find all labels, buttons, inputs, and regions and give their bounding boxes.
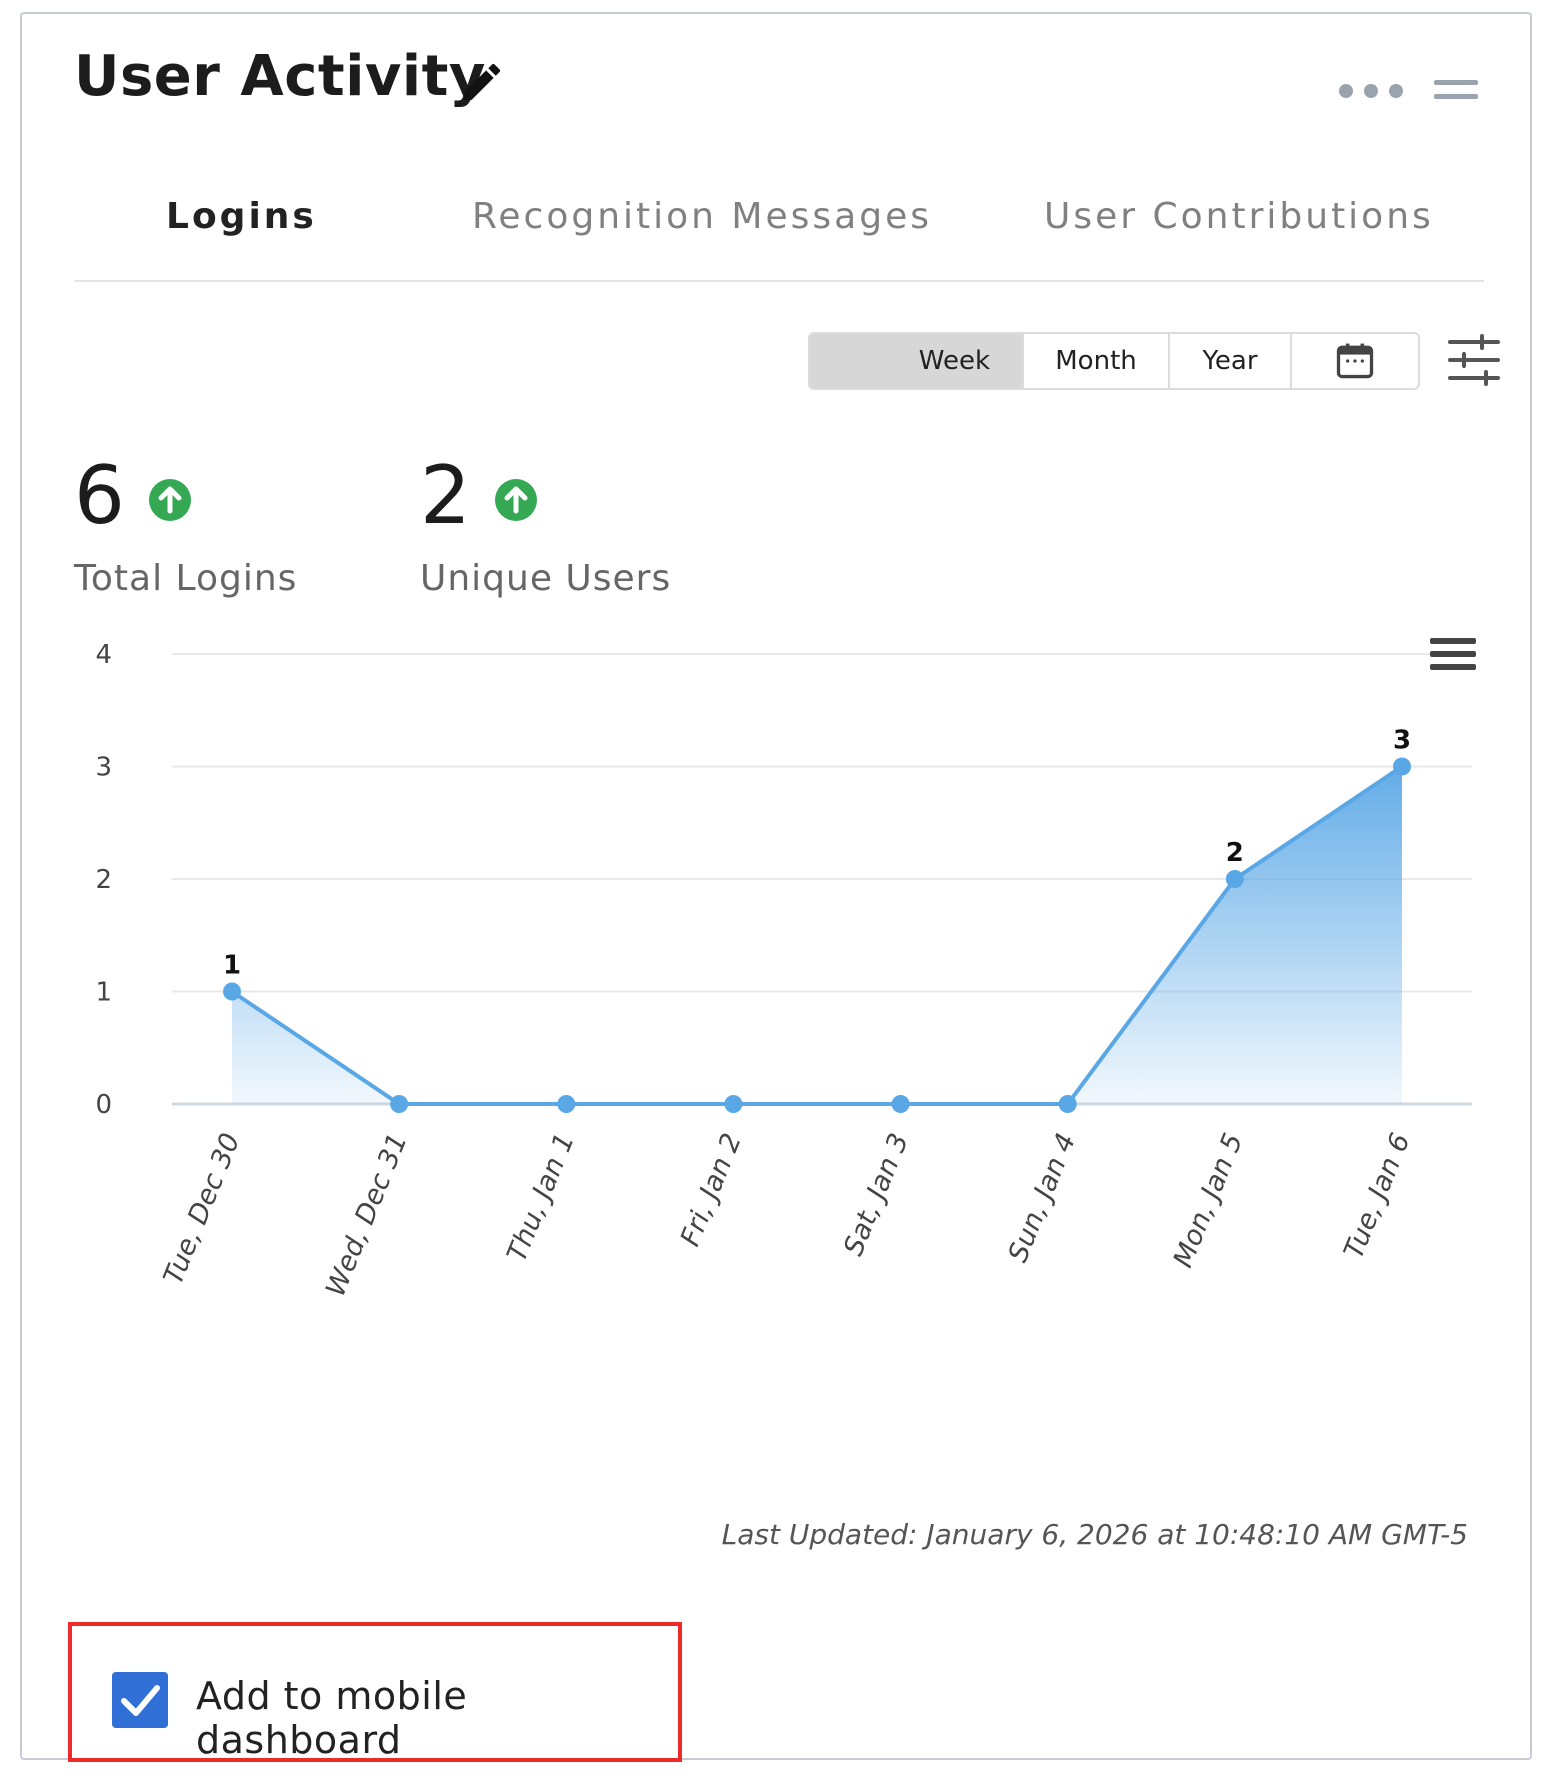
- data-point: [557, 1095, 576, 1113]
- x-tick-label: Sat, Jan 3: [838, 1129, 915, 1260]
- data-point: [390, 1095, 409, 1113]
- drag-handle-icon[interactable]: [1434, 76, 1478, 104]
- data-label: 1: [223, 951, 241, 981]
- kpi-unique-users: 2 Unique Users: [420, 449, 672, 600]
- more-options-icon[interactable]: [1334, 74, 1408, 108]
- y-tick-label: 4: [95, 640, 112, 670]
- kpi-value: 6: [74, 449, 125, 542]
- x-tick-label: Sun, Jan 4: [1003, 1129, 1083, 1267]
- y-tick-label: 0: [95, 1090, 112, 1120]
- series-area: [232, 766, 1402, 1104]
- kpi-label: Total Logins: [74, 558, 298, 599]
- mobile-dashboard-option: Add to mobile dashboard: [68, 1622, 682, 1762]
- data-point: [1058, 1095, 1077, 1113]
- mobile-dashboard-checkbox[interactable]: [112, 1672, 168, 1728]
- data-point: [891, 1095, 910, 1113]
- chart-menu-icon[interactable]: [1430, 636, 1476, 672]
- x-tick-label: Mon, Jan 5: [1168, 1129, 1250, 1272]
- data-label: 3: [1393, 726, 1411, 756]
- last-updated-text: Last Updated: January 6, 2026 at 10:48:1…: [721, 1518, 1468, 1551]
- date-picker-button[interactable]: [1292, 334, 1418, 388]
- tab-recognition-messages[interactable]: Recognition Messages: [472, 196, 932, 237]
- kpi-total-logins: 6 Total Logins: [74, 449, 298, 600]
- tab-user-contributions[interactable]: User Contributions: [1044, 196, 1434, 237]
- data-point: [223, 982, 241, 1001]
- activity-tabs: Logins Recognition Messages User Contrib…: [74, 182, 1484, 282]
- arrow-up-icon: [149, 479, 191, 521]
- tab-logins[interactable]: Logins: [166, 196, 317, 237]
- x-tick-label: Tue, Dec 30: [158, 1129, 247, 1289]
- period-selector: Week Month Year: [808, 332, 1420, 390]
- x-tick-label: Wed, Dec 31: [320, 1129, 413, 1301]
- logins-area-chart: 0 1 2 3 4 1 2 3 Tue, Dec 30 Wed, Dec 31 Thu, Jan 1…: [95, 640, 1472, 1301]
- data-point: [1225, 870, 1244, 888]
- arrow-up-icon: [495, 479, 537, 521]
- filter-sliders-icon[interactable]: [1446, 334, 1502, 386]
- checkmark-icon: [121, 1685, 160, 1716]
- period-year-button[interactable]: Year: [1170, 334, 1292, 388]
- y-tick-label: 1: [95, 978, 112, 1008]
- card-title: User Activity: [74, 44, 486, 109]
- x-tick-label: Fri, Jan 2: [675, 1129, 748, 1251]
- period-month-button[interactable]: Month: [1024, 334, 1170, 388]
- calendar-icon: [1336, 343, 1374, 379]
- pencil-icon[interactable]: [458, 58, 506, 106]
- y-tick-label: 2: [95, 865, 112, 895]
- x-tick-label: Thu, Jan 1: [501, 1129, 580, 1266]
- data-point: [1393, 757, 1411, 776]
- data-label: 2: [1226, 838, 1244, 868]
- y-tick-label: 3: [95, 753, 112, 783]
- kpi-value: 2: [420, 449, 471, 542]
- data-point: [724, 1095, 743, 1113]
- kpi-label: Unique Users: [420, 558, 672, 599]
- user-activity-card: User Activity Logins Recognition Message…: [20, 12, 1532, 1762]
- mobile-dashboard-label: Add to mobile dashboard: [196, 1674, 468, 1762]
- period-week-button[interactable]: Week: [810, 334, 1024, 388]
- x-tick-label: Tue, Jan 6: [1338, 1129, 1416, 1263]
